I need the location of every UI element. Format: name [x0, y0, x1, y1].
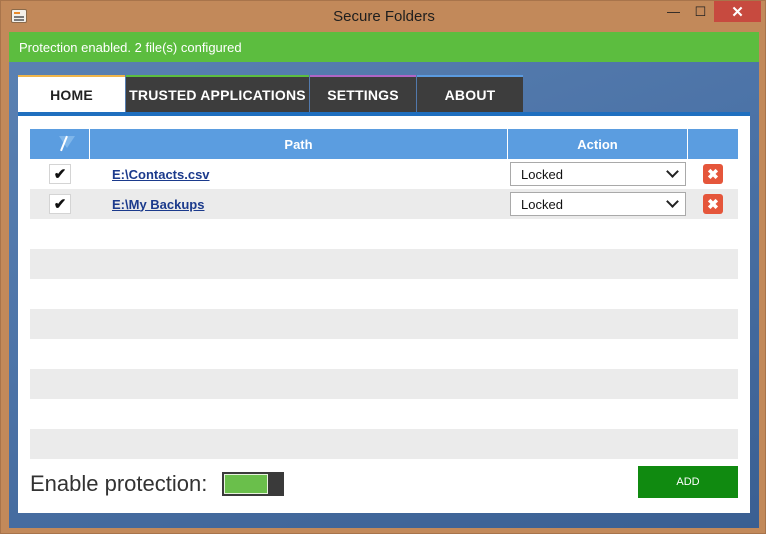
close-button[interactable]: ✕ — [714, 1, 761, 22]
empty-row — [30, 399, 738, 429]
empty-row — [30, 339, 738, 369]
maximize-button[interactable]: ☐ — [687, 1, 714, 22]
empty-row — [30, 309, 738, 339]
header-action[interactable]: Action — [508, 129, 688, 159]
header-delete — [688, 129, 738, 159]
window-title: Secure Folders — [333, 8, 435, 25]
delete-icon[interactable]: ✖ — [703, 164, 723, 184]
empty-row — [30, 219, 738, 249]
protection-toggle[interactable] — [222, 472, 284, 496]
title-bar[interactable]: Secure Folders — ☐ ✕ — [1, 1, 766, 32]
delete-icon[interactable]: ✖ — [703, 194, 723, 214]
toggle-on-indicator — [224, 474, 268, 494]
tab-strip: HOME TRUSTED APPLICATIONS SETTINGS ABOUT — [18, 75, 524, 113]
tab-home[interactable]: HOME — [18, 75, 125, 113]
empty-row — [30, 369, 738, 399]
action-value: Locked — [521, 166, 563, 182]
empty-row — [30, 429, 738, 459]
empty-row — [30, 279, 738, 309]
maximize-icon: ☐ — [694, 3, 707, 19]
action-dropdown[interactable]: Locked — [510, 192, 686, 216]
minimize-icon: — — [667, 4, 680, 19]
row-checkbox[interactable]: ✔ — [49, 164, 71, 184]
status-bar: Protection enabled. 2 file(s) configured — [9, 32, 759, 62]
home-panel: Path Action ✔ E:\Contacts.csv Locked ✖ ✔… — [18, 116, 750, 513]
tab-about[interactable]: ABOUT — [417, 75, 523, 113]
chevron-down-icon — [666, 165, 679, 178]
header-path[interactable]: Path — [90, 129, 508, 159]
grid-header: Path Action — [30, 129, 738, 159]
tab-trusted-applications[interactable]: TRUSTED APPLICATIONS — [126, 75, 309, 113]
table-row: ✔ E:\Contacts.csv Locked ✖ — [30, 159, 738, 189]
minimize-button[interactable]: — — [660, 1, 687, 22]
filter-icon[interactable] — [58, 136, 75, 152]
empty-row — [30, 249, 738, 279]
files-grid: Path Action ✔ E:\Contacts.csv Locked ✖ ✔… — [30, 129, 738, 459]
table-row: ✔ E:\My Backups Locked ✖ — [30, 189, 738, 219]
chevron-down-icon — [666, 195, 679, 208]
close-icon: ✕ — [731, 3, 744, 21]
check-icon: ✔ — [53, 166, 67, 183]
enable-protection-label: Enable protection: — [30, 471, 208, 496]
path-link[interactable]: E:\Contacts.csv — [112, 167, 210, 182]
check-icon: ✔ — [53, 196, 67, 213]
action-dropdown[interactable]: Locked — [510, 162, 686, 186]
header-filter-cell[interactable] — [30, 129, 90, 159]
tab-settings[interactable]: SETTINGS — [310, 75, 416, 113]
add-button[interactable]: ADD — [638, 466, 738, 498]
app-window: Secure Folders — ☐ ✕ Protection enabled.… — [0, 0, 766, 534]
path-link[interactable]: E:\My Backups — [112, 197, 204, 212]
client-area: Protection enabled. 2 file(s) configured… — [9, 32, 759, 528]
action-value: Locked — [521, 196, 563, 212]
row-checkbox[interactable]: ✔ — [49, 194, 71, 214]
